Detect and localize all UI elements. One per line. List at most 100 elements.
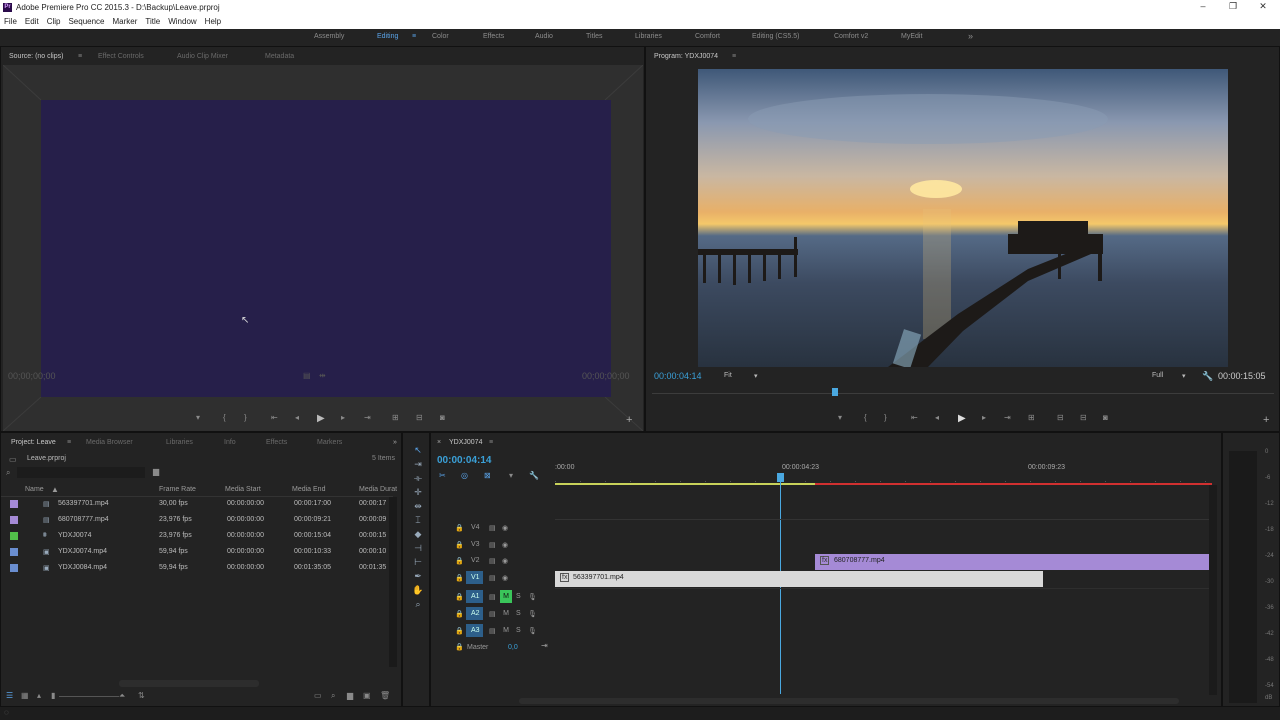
linked-selection-icon[interactable]: ◎ (461, 471, 468, 480)
tab-metadata[interactable]: Metadata (265, 53, 294, 60)
fit-chevron-down-icon[interactable]: ▾ (754, 372, 758, 380)
source-go-in-button[interactable]: ⇤ (271, 413, 278, 422)
menu-help[interactable]: Help (201, 15, 225, 29)
track-lock-icon[interactable]: 🔒 (455, 574, 464, 582)
master-go-end-icon[interactable]: ⇥ (541, 641, 548, 650)
tab-info[interactable]: Info (224, 439, 236, 446)
toggle-sync-lock-icon[interactable]: ▤ (489, 610, 496, 618)
workspace-titles[interactable]: Titles (586, 33, 602, 40)
col-name[interactable]: Name (25, 486, 44, 493)
program-extract-button[interactable]: ⊟ (1057, 413, 1064, 422)
menu-sequence[interactable]: Sequence (64, 15, 108, 29)
source-export-frame-button[interactable]: ◙ (440, 413, 445, 422)
source-play-button[interactable]: ▶ (317, 413, 325, 424)
project-row[interactable]: ▤ 563397701.mp4 30,00 fps 00:00:00:00 00… (1, 496, 393, 512)
program-fit-dropdown[interactable]: Fit (724, 372, 732, 379)
maximize-button[interactable]: ❐ (1218, 1, 1248, 12)
toggle-sync-lock-icon[interactable]: ▤ (489, 524, 496, 532)
tab-sequence[interactable]: YDXJ0074 (449, 439, 482, 446)
workspace-libraries[interactable]: Libraries (635, 33, 662, 40)
master-lock-icon[interactable]: 🔒 (455, 643, 464, 651)
add-marker-icon[interactable]: ▾ (509, 471, 513, 480)
program-export-frame-button[interactable]: ◙ (1103, 413, 1108, 422)
workspace-editing[interactable]: Editing (377, 33, 398, 40)
source-step-fwd-button[interactable]: ▸ (341, 413, 345, 422)
source-menu-icon[interactable]: ≡ (78, 53, 82, 60)
label-color-swatch[interactable] (10, 564, 18, 572)
rate-stretch-tool-icon[interactable]: ⇹ (411, 501, 425, 512)
workspace-editing-cs55[interactable]: Editing (CS5.5) (752, 33, 799, 40)
track-lock-icon[interactable]: 🔒 (455, 557, 464, 565)
workspace-myedit[interactable]: MyEdit (901, 33, 922, 40)
hand-tool-icon[interactable]: ✋ (411, 585, 425, 596)
microphone-icon[interactable]: 🎙 (528, 610, 537, 618)
label-color-swatch[interactable] (10, 500, 18, 508)
clip-v1[interactable]: fx 563397701.mp4 (555, 571, 1043, 587)
menu-edit[interactable]: Edit (21, 15, 43, 29)
project-search-input[interactable] (17, 467, 145, 478)
microphone-icon[interactable]: 🎙 (528, 627, 537, 635)
sort-icons-icon[interactable]: ⏶ (119, 691, 125, 701)
close-button[interactable]: ✕ (1248, 1, 1278, 12)
slide-tool-icon[interactable]: ⊢ (411, 557, 425, 568)
master-volume[interactable]: 0,0 (508, 644, 518, 651)
program-compare-button[interactable]: ⊟ (1080, 413, 1087, 422)
find-icon[interactable]: ⌕ (331, 691, 335, 701)
program-scrub-bar[interactable] (652, 393, 1274, 394)
clip-v2[interactable]: fx 680708777.mp4 (815, 554, 1212, 570)
zoom-tool-icon[interactable]: ⌕ (411, 599, 425, 610)
solo-button[interactable]: S (516, 610, 521, 617)
solo-button[interactable]: S (516, 627, 521, 634)
track-lock-icon[interactable]: 🔒 (455, 593, 464, 601)
toggle-sync-lock-icon[interactable]: ▤ (489, 541, 496, 549)
microphone-icon[interactable]: 🎙 (528, 593, 537, 601)
timeline-hscrollbar[interactable] (519, 698, 1179, 704)
rate-stretch2-tool-icon[interactable]: ⌶ (411, 515, 425, 526)
source-step-back-button[interactable]: ◂ (295, 413, 299, 422)
program-mark-in-button[interactable]: { (864, 413, 867, 422)
program-step-back-button[interactable]: ◂ (935, 413, 939, 422)
slip-tool-icon[interactable]: ⊣ (411, 543, 425, 554)
mute-button[interactable]: M (500, 590, 512, 603)
workspace-color[interactable]: Color (432, 33, 449, 40)
new-bin-folder-icon[interactable]: ▆ (153, 467, 159, 476)
automate-icon[interactable]: ▭ (314, 691, 322, 700)
source-add-button[interactable]: + (626, 414, 632, 426)
program-quality-dropdown[interactable]: Full (1152, 372, 1163, 379)
razor-tool-icon[interactable]: ◆ (411, 529, 425, 540)
program-playhead[interactable] (832, 388, 838, 396)
menu-marker[interactable]: Marker (109, 15, 142, 29)
workspace-overflow-button[interactable]: » (968, 31, 973, 41)
timeline-vscrollbar[interactable] (1209, 485, 1217, 695)
selection-tool-icon[interactable]: ↖ (411, 445, 425, 456)
mute-button[interactable]: M (500, 624, 512, 637)
program-go-out-button[interactable]: ⇥ (1004, 413, 1011, 422)
snap-icon[interactable]: ✂ (439, 471, 446, 480)
workspace-assembly[interactable]: Assembly (314, 33, 344, 40)
track-lock-icon[interactable]: 🔒 (455, 627, 464, 635)
timeline-timecode[interactable]: 00:00:04:14 (437, 455, 491, 466)
program-lift-button[interactable]: ⊞ (1028, 413, 1035, 422)
close-sequence-icon[interactable]: × (437, 439, 441, 446)
freeform-view-icon[interactable]: ▴ (37, 691, 41, 700)
source-overwrite-button[interactable]: ⊟ (416, 413, 423, 422)
program-go-in-button[interactable]: ⇤ (911, 413, 918, 422)
timeline-playhead-handle[interactable] (777, 473, 784, 482)
wrench-icon[interactable]: 🔧 (1202, 371, 1213, 382)
project-row[interactable]: ▣ YDXJ0084.mp4 59,94 fps 00:00:00:00 00:… (1, 560, 393, 576)
label-color-swatch[interactable] (10, 516, 18, 524)
eye-icon[interactable]: ◉ (502, 524, 508, 532)
label-color-swatch[interactable] (10, 548, 18, 556)
tab-effects[interactable]: Effects (266, 439, 287, 446)
time-ruler[interactable] (555, 481, 1212, 482)
toggle-sync-lock-icon[interactable]: ▤ (489, 574, 496, 582)
menu-window[interactable]: Window (164, 15, 200, 29)
toggle-sync-lock-icon[interactable]: ▤ (489, 593, 496, 601)
new-item-icon[interactable]: ▣ (363, 691, 371, 700)
track-label[interactable]: A1 (471, 593, 480, 600)
col-frame-rate[interactable]: Frame Rate (159, 486, 196, 493)
project-overflow-button[interactable]: » (393, 439, 397, 446)
zoom-slider[interactable] (59, 696, 119, 697)
source-mark-in-button[interactable]: { (223, 413, 226, 422)
tab-effect-controls[interactable]: Effect Controls (98, 53, 144, 60)
